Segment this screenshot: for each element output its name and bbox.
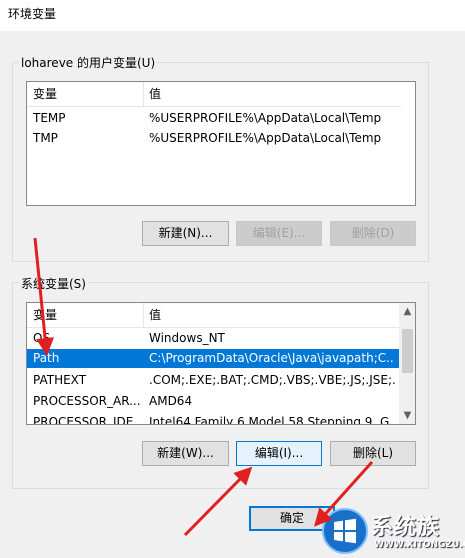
variable-value: .COM;.EXE;.BAT;.CMD;.VBS;.VBE;.JS;.JSE;.… [149,373,395,387]
title-bar: 环境变量 [0,0,465,31]
column-header-value[interactable]: 值 [143,303,161,328]
list-item[interactable]: TEMP %USERPROFILE%\AppData\Local\Temp [27,109,415,128]
system-new-button[interactable]: 新建(W)... [142,441,229,466]
user-edit-button[interactable]: 编辑(E)... [236,221,322,246]
scroll-down-arrow-icon[interactable]: ▼ [399,407,415,424]
list-header: 变量 值 [27,303,399,328]
list-header: 变量 值 [27,82,401,107]
system-variables-label: 系统变量(S) [19,275,88,292]
system-delete-button[interactable]: 删除(L) [330,441,416,466]
column-header-value[interactable]: 值 [143,82,161,107]
list-item[interactable]: OS Windows_NT [27,329,399,348]
column-header-variable[interactable]: 变量 [27,303,57,328]
variable-name: PROCESSOR_IDE... [33,415,145,425]
variable-name: PATHEXT [33,373,87,387]
list-item[interactable]: PATHEXT .COM;.EXE;.BAT;.CMD;.VBS;.VBE;.J… [27,371,399,390]
variable-name: TEMP [33,111,66,125]
variable-value: Intel64 Family 6 Model 58 Stepping 9, G.… [149,415,395,425]
user-variables-list[interactable]: 变量 值 TEMP %USERPROFILE%\AppData\Local\Te… [26,81,416,206]
watermark-text: 系统族 [371,515,441,540]
window-title: 环境变量 [8,7,57,21]
variable-value: %USERPROFILE%\AppData\Local\Temp [149,131,382,145]
variable-value: C:\ProgramData\Oracle\Java\javapath;C... [149,351,395,365]
system-variables-list[interactable]: 变量 值 OS Windows_NT Path C:\ProgramData\O… [26,302,416,425]
vertical-scrollbar[interactable]: ▲ ▼ [399,303,415,424]
column-header-variable[interactable]: 变量 [27,82,57,107]
variable-name: PROCESSOR_AR... [33,394,141,408]
list-item[interactable]: TMP %USERPROFILE%\AppData\Local\Temp [27,129,415,148]
system-edit-button[interactable]: 编辑(I)... [236,441,322,466]
variable-value: Windows_NT [149,331,225,345]
user-variables-label: lohareve 的用户变量(U) [19,54,158,71]
scrollbar-thumb[interactable] [402,329,413,373]
watermark-url: WWW.XITONGZU.COM [374,540,465,550]
user-new-button[interactable]: 新建(N)... [142,221,229,246]
variable-name: OS [33,331,51,345]
variable-value: %USERPROFILE%\AppData\Local\Temp [149,111,382,125]
list-item-selected[interactable]: Path C:\ProgramData\Oracle\Java\javapath… [27,349,399,368]
variable-value: AMD64 [149,394,193,408]
scroll-up-arrow-icon[interactable]: ▲ [399,303,415,320]
windows-logo-icon [322,508,368,554]
list-item[interactable]: PROCESSOR_AR... AMD64 [27,392,399,411]
variable-name: Path [33,351,60,365]
watermark-logo: 系统族 WWW.XITONGZU.COM [316,506,465,558]
list-item[interactable]: PROCESSOR_IDE... Intel64 Family 6 Model … [27,413,399,425]
user-delete-button[interactable]: 删除(D) [330,221,416,246]
variable-name: TMP [33,131,58,145]
